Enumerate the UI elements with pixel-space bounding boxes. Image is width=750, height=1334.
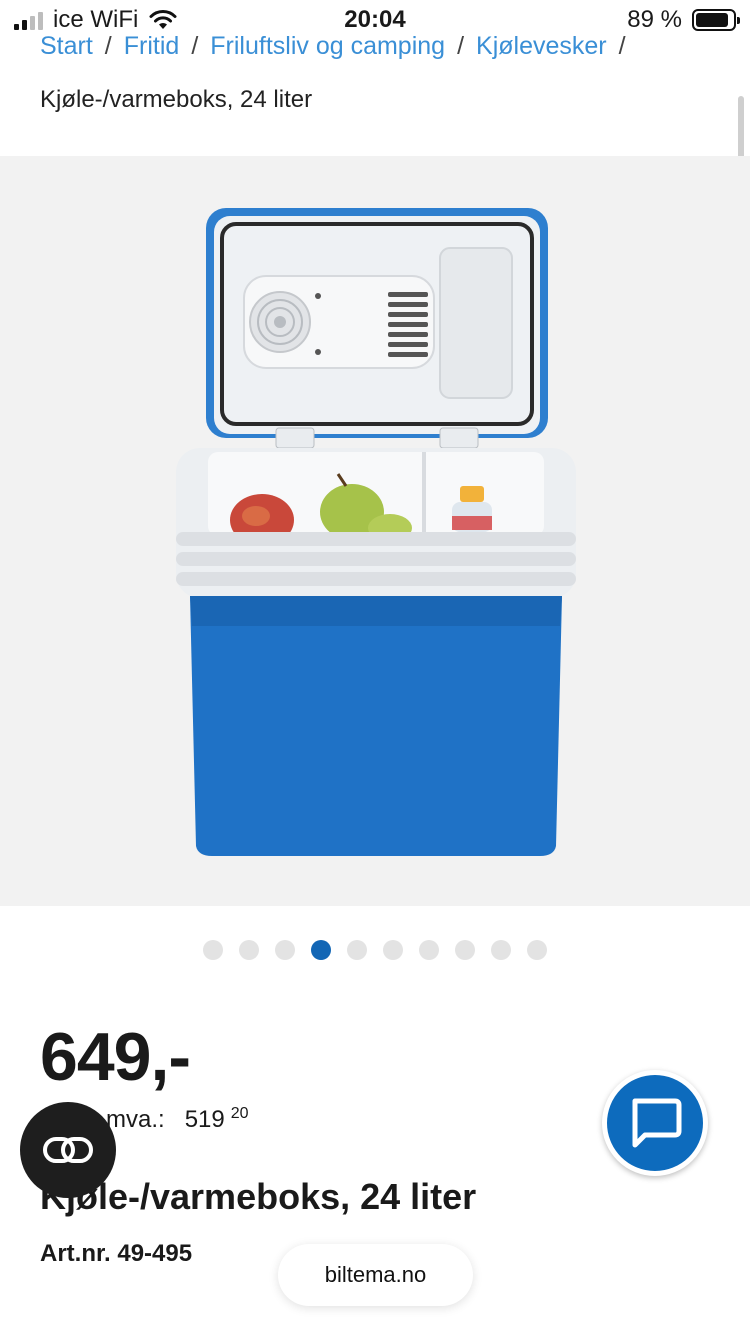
compare-button[interactable] xyxy=(20,1102,116,1198)
product-image-gallery[interactable] xyxy=(0,156,750,906)
browser-url: biltema.no xyxy=(324,1262,427,1287)
battery-icon xyxy=(692,9,740,31)
chat-button[interactable] xyxy=(602,1070,708,1176)
gallery-dot[interactable] xyxy=(347,940,367,960)
breadcrumb-separator: / xyxy=(191,32,199,60)
gallery-dot[interactable] xyxy=(419,940,439,960)
gallery-dot[interactable] xyxy=(455,940,475,960)
breadcrumb-start[interactable]: Start xyxy=(40,32,93,61)
breadcrumb: Start / Fritid / Friluftsliv og camping … xyxy=(40,32,730,61)
chat-bubble-icon xyxy=(632,1098,682,1148)
gallery-dot[interactable] xyxy=(311,940,331,960)
gallery-dot[interactable] xyxy=(203,940,223,960)
product-title: Kjøle-/varmeboks, 24 liter xyxy=(40,1176,477,1217)
breadcrumb-kjolevesker[interactable]: Kjølevesker xyxy=(476,32,607,61)
cooler-box-image xyxy=(176,208,576,856)
breadcrumb-separator: / xyxy=(618,32,626,60)
price-ex-vat-value: 519 xyxy=(184,1106,225,1133)
article-number: Art.nr. 49-495 xyxy=(40,1240,193,1267)
link-icon xyxy=(43,1137,93,1163)
gallery-dot[interactable] xyxy=(527,940,547,960)
gallery-dot[interactable] xyxy=(239,940,259,960)
gallery-pagination xyxy=(0,940,750,960)
gallery-dot[interactable] xyxy=(383,940,403,960)
browser-url-bar[interactable]: biltema.no xyxy=(278,1244,473,1306)
gallery-dot[interactable] xyxy=(275,940,295,960)
price-ex-vat-cents: 20 xyxy=(230,1105,249,1122)
breadcrumb-separator: / xyxy=(104,32,112,60)
breadcrumb-fritid[interactable]: Fritid xyxy=(124,32,180,61)
status-right: 89 % xyxy=(627,6,740,34)
breadcrumb-friluftsliv[interactable]: Friluftsliv og camping xyxy=(210,32,445,61)
breadcrumb-separator: / xyxy=(457,32,465,60)
price-ex-vat-label: mva.: xyxy=(106,1106,165,1133)
gallery-dot[interactable] xyxy=(491,940,511,960)
product-price: 649,- xyxy=(40,1019,191,1095)
battery-percent: 89 % xyxy=(627,6,682,33)
breadcrumb-current-page: Kjøle-/varmeboks, 24 liter xyxy=(40,86,313,113)
